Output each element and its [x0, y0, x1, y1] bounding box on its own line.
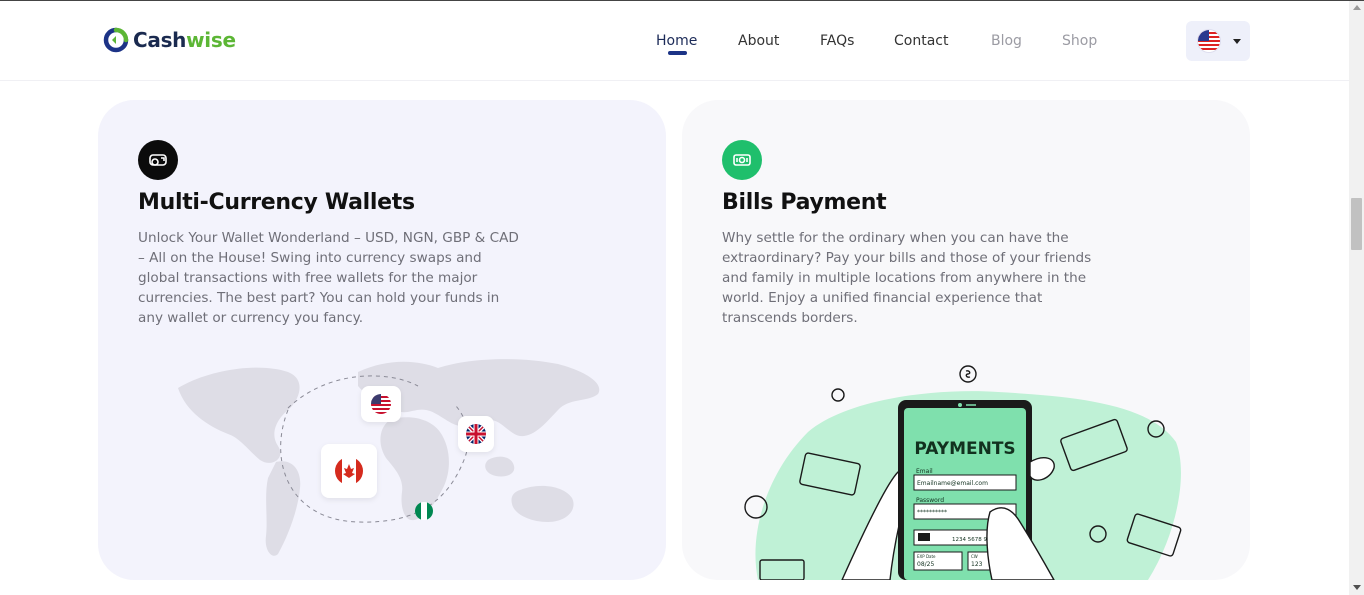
us-flag-icon — [371, 394, 391, 414]
nav-active-indicator — [668, 51, 687, 55]
flag-tile-uk — [458, 416, 494, 452]
nav-faqs[interactable]: FAQs — [820, 33, 854, 49]
card-title: Multi-Currency Wallets — [138, 190, 415, 215]
feature-card-bills-payment: Bills Payment Why settle for the ordinar… — [682, 100, 1250, 580]
banknote-icon — [722, 140, 762, 180]
feature-card-multi-currency: Multi-Currency Wallets Unlock Your Walle… — [98, 100, 666, 580]
card-title: Bills Payment — [722, 190, 887, 215]
canada-flag-icon — [335, 457, 363, 485]
cvv-value: 123 — [971, 561, 983, 568]
flag-tile-us — [361, 386, 401, 422]
top-navbar: Cashwise Home About FAQs Contact Blog Sh… — [0, 1, 1349, 81]
exp-value: 08/25 — [917, 561, 934, 568]
us-flag-icon — [1198, 30, 1220, 52]
nav-contact[interactable]: Contact — [894, 33, 948, 49]
nigeria-flag-icon — [415, 502, 433, 520]
flag-tile-nigeria — [409, 496, 439, 526]
phone-screen-title: PAYMENTS — [914, 439, 1015, 459]
uk-flag-icon — [466, 424, 486, 444]
vertical-scrollbar[interactable] — [1349, 1, 1364, 595]
email-value: Emailname@email.com — [917, 480, 988, 487]
nav-home[interactable]: Home — [656, 33, 697, 49]
world-map-illustration — [168, 350, 608, 562]
nav-blog[interactable]: Blog — [991, 33, 1022, 49]
email-label: Email — [916, 468, 933, 475]
scroll-up-arrow-icon[interactable] — [1353, 5, 1361, 10]
scroll-down-arrow-icon[interactable] — [1353, 585, 1361, 590]
scrollbar-thumb[interactable] — [1351, 198, 1362, 250]
wallet-coins-icon — [138, 140, 178, 180]
password-label: Password — [916, 497, 944, 504]
nav-links: Home About FAQs Contact Blog Shop — [0, 33, 1349, 63]
flag-tile-canada — [321, 444, 377, 498]
phone-payment-illustration: PAYMENTS Email Emailname@email.com Passw… — [738, 362, 1198, 580]
password-value: ********** — [917, 509, 947, 516]
cvv-label: CW — [971, 554, 978, 559]
nav-about[interactable]: About — [738, 33, 779, 49]
language-selector[interactable] — [1186, 21, 1250, 61]
exp-label: EXP Date — [917, 554, 936, 559]
chevron-down-icon — [1233, 39, 1241, 44]
card-description: Unlock Your Wallet Wonderland – USD, NGN… — [138, 230, 519, 326]
card-description: Why settle for the ordinary when you can… — [722, 230, 1092, 326]
nav-shop[interactable]: Shop — [1062, 33, 1097, 49]
